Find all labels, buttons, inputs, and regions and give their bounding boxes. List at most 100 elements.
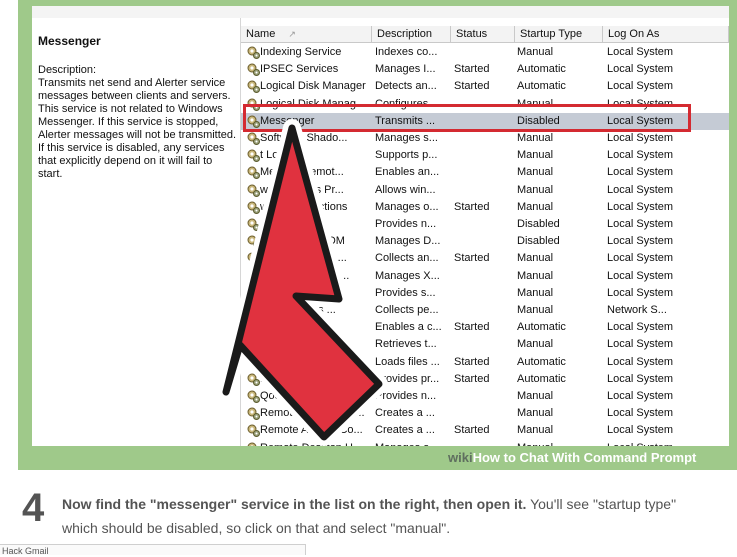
services-list[interactable]: Name ↗ Description Status Startup Type L… bbox=[241, 18, 729, 446]
service-description: Retrieves t... bbox=[375, 338, 437, 351]
service-gear-icon bbox=[246, 62, 261, 77]
bottom-tab[interactable]: Hack Gmail bbox=[0, 544, 306, 556]
service-log-on-as: Local System bbox=[607, 63, 674, 76]
service-log-on-as: Local System bbox=[607, 390, 674, 402]
service-log-on-as: Network S... bbox=[607, 304, 667, 316]
service-row[interactable]: Remote Access Co... Creates a ... Started M… bbox=[241, 422, 729, 439]
service-startup-type: Manual bbox=[517, 338, 554, 351]
service-startup-type: Manual bbox=[517, 200, 554, 213]
service-log-on-as: Local System bbox=[607, 46, 674, 58]
service-name: Indexing Service bbox=[260, 46, 342, 58]
service-description: Provides n... bbox=[375, 218, 437, 230]
service-description: Manages o... bbox=[375, 200, 439, 213]
service-startup-type: Automatic bbox=[517, 63, 566, 76]
service-row[interactable]: work Provisionin... Manages X... Manual Loc… bbox=[241, 268, 729, 285]
service-gear-icon bbox=[246, 286, 261, 301]
service-startup-type: Manual bbox=[517, 390, 554, 402]
column-header-name[interactable]: Name ↗ bbox=[241, 26, 372, 43]
service-status: Started bbox=[454, 252, 490, 265]
service-log-on-as: Local System bbox=[607, 407, 674, 420]
service-row[interactable]: and Play Enables a c... Started Automatic Lo… bbox=[241, 319, 729, 336]
service-startup-type: Manual bbox=[517, 166, 554, 179]
service-description: Indexes co... bbox=[375, 46, 438, 58]
service-gear-icon bbox=[246, 389, 261, 404]
service-gear-icon bbox=[246, 423, 261, 438]
service-startup-type: Automatic bbox=[517, 321, 566, 334]
service-gear-icon bbox=[246, 234, 261, 249]
column-header-startup-type[interactable]: Startup Type bbox=[515, 26, 603, 43]
service-row[interactable]: QoS RSVP Provides n... Manual Local System bbox=[241, 388, 729, 405]
service-log-on-as: Local System bbox=[607, 166, 674, 179]
service-log-on-as: Local System bbox=[607, 149, 674, 162]
service-log-on-as: Local System bbox=[607, 183, 674, 196]
service-gear-icon bbox=[246, 165, 261, 180]
service-gear-icon bbox=[246, 45, 261, 60]
column-header-log-on-as[interactable]: Log On As bbox=[603, 26, 729, 43]
service-log-on-as: Local System bbox=[607, 269, 674, 282]
service-name: ble Media Seri... bbox=[260, 338, 340, 351]
service-row[interactable]: M Security Sup... Provides s... Manual Loca… bbox=[241, 285, 729, 302]
service-status: Started bbox=[454, 321, 490, 334]
column-header-description[interactable]: Description bbox=[372, 26, 451, 43]
service-row[interactable]: Spooler Loads files ... Started Automatic Lo… bbox=[241, 354, 729, 371]
service-startup-type: Automatic bbox=[517, 80, 566, 93]
service-description: Allows win... bbox=[375, 183, 436, 196]
service-row[interactable]: Indexing Service Indexes co... Manual Local… bbox=[241, 44, 729, 61]
service-row[interactable]: ble Media Seri... Retrieves t... Manual Loc… bbox=[241, 336, 729, 353]
service-status: Started bbox=[454, 63, 490, 76]
service-log-on-as: Local System bbox=[607, 338, 674, 351]
service-log-on-as: Local System bbox=[607, 200, 674, 213]
service-row[interactable]: work DDE Provides n... Disabled Local Syste… bbox=[241, 216, 729, 233]
service-log-on-as: Local System bbox=[607, 218, 674, 230]
service-name: Remote Access Co... bbox=[260, 424, 363, 437]
service-gear-icon bbox=[246, 131, 261, 146]
description-text: Transmits net send and Alerter service m… bbox=[38, 77, 237, 180]
service-gear-icon bbox=[246, 337, 261, 352]
description-label: Description: bbox=[38, 64, 97, 76]
service-row[interactable]: work DDE DSDM Manages D... Disabled Local S… bbox=[241, 233, 729, 250]
service-gear-icon bbox=[246, 251, 261, 266]
service-name: Remote Desktop H... bbox=[260, 440, 370, 446]
column-header-status[interactable]: Status bbox=[451, 26, 515, 43]
service-title: Messenger bbox=[38, 34, 101, 48]
service-name: IPSEC Services bbox=[260, 63, 339, 76]
service-startup-type: Manual bbox=[517, 252, 554, 265]
service-log-on-as: Local System bbox=[607, 440, 725, 446]
service-row[interactable]: Protected Storage Provides pr... Started Au… bbox=[241, 371, 729, 388]
service-row[interactable]: work Access Pr... Allows win... Manual Loca… bbox=[241, 182, 729, 199]
service-row[interactable]: work Location A... Collects an... Started M… bbox=[241, 250, 729, 267]
service-description: Loads files ... bbox=[375, 355, 440, 368]
watermark-title: How to Chat With Command Prompt bbox=[472, 450, 697, 465]
service-gear-icon bbox=[246, 148, 261, 163]
service-gear-icon bbox=[246, 303, 261, 318]
service-startup-type: Manual bbox=[517, 46, 554, 58]
service-row[interactable]: Remote Desktop H... Manages a... Manual Loc… bbox=[241, 440, 729, 446]
service-row[interactable]: t Logon Supports p... Manual Local System bbox=[241, 147, 729, 164]
service-description: Manages a... bbox=[375, 440, 447, 446]
service-row[interactable]: Software Shado... Manages s... Manual Local… bbox=[241, 130, 729, 147]
service-startup-type: Manual bbox=[517, 183, 554, 196]
watermark-wiki: wiki bbox=[448, 450, 473, 465]
service-row[interactable]: work Connections Manages o... Started Manua… bbox=[241, 199, 729, 216]
service-status: Started bbox=[454, 355, 490, 368]
service-startup-type: Disabled bbox=[517, 235, 560, 248]
step-bold-text: Now find the "messenger" service in the … bbox=[62, 496, 527, 512]
service-name: Remote Access Aut... bbox=[260, 407, 365, 420]
service-description: Manages I... bbox=[375, 63, 436, 76]
service-row[interactable]: IPSEC Services Manages I... Started Automat… bbox=[241, 61, 729, 78]
service-name: M Security Sup... bbox=[260, 286, 344, 299]
service-startup-type: Manual bbox=[517, 269, 554, 282]
service-row[interactable]: Logical Disk Manager Detects an... Started… bbox=[241, 78, 729, 95]
service-log-on-as: Local System bbox=[607, 355, 674, 368]
service-startup-type: Manual bbox=[517, 407, 554, 420]
service-log-on-as: Local System bbox=[607, 372, 674, 385]
service-startup-type: Manual bbox=[517, 304, 554, 316]
service-description: Creates a ... bbox=[375, 424, 435, 437]
step-instructions: Now find the "messenger" service in the … bbox=[62, 492, 712, 540]
service-row[interactable]: rmance Logs ... Collects pe... Manual Netwo… bbox=[241, 302, 729, 319]
service-description: Creates a ... bbox=[375, 407, 435, 420]
service-row[interactable]: Meeting Remot... Enables an... Manual Local… bbox=[241, 164, 729, 181]
service-description: Collects an... bbox=[375, 252, 439, 265]
service-row[interactable]: Remote Access Aut... Creates a ... Manual L… bbox=[241, 405, 729, 422]
service-description-pane: Messenger Description: Transmits net sen… bbox=[32, 18, 241, 446]
